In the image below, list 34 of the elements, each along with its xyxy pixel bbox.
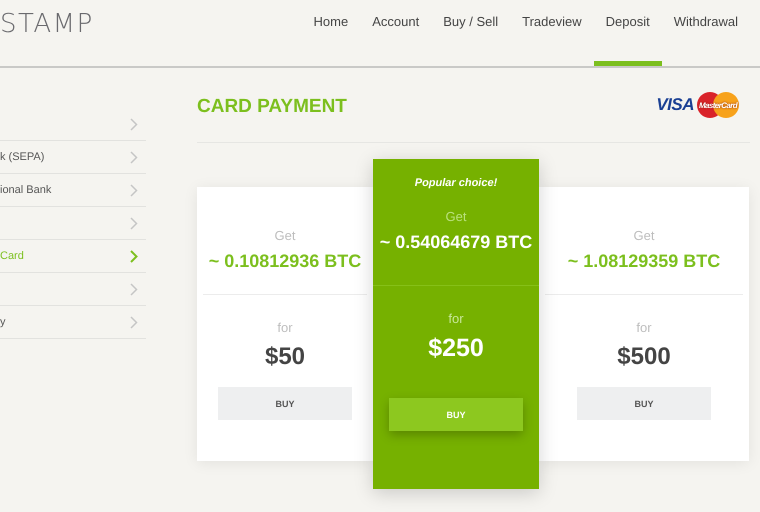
get-label: Get	[274, 228, 296, 243]
logo: STAMP	[0, 9, 94, 39]
chevron-icon	[130, 282, 138, 296]
chevron-icon	[130, 250, 138, 262]
btc-amount: ~ 0.54064679 BTC	[380, 232, 532, 253]
for-label: for	[636, 320, 652, 335]
get-label: Get	[634, 228, 654, 243]
btc-amount: ~ 0.10812936 BTC	[208, 251, 362, 272]
btc-amount: ~ 1.08129359 BTC	[568, 251, 720, 272]
chevron-icon	[130, 316, 138, 328]
nav-link[interactable]: Deposit	[594, 0, 662, 66]
chevron-icon	[130, 216, 138, 230]
sidebar-item[interactable]: y	[0, 306, 146, 339]
section-title: CARD PAYMENT	[197, 96, 347, 118]
badge-label: Popular choice!	[414, 177, 498, 191]
chevron-icon	[130, 118, 138, 130]
chevron-icon	[130, 184, 138, 196]
nav-link[interactable]: Home	[302, 0, 360, 66]
chevron-icon	[130, 150, 138, 164]
nav-link[interactable]: Account	[360, 0, 432, 66]
price: $50	[264, 343, 306, 371]
buy-button[interactable]: BUY	[218, 387, 352, 420]
get-label: Get	[446, 209, 466, 224]
sidebar-item[interactable]: ional Bank	[0, 174, 146, 207]
nav-link[interactable]: Buy / Sell	[431, 0, 510, 66]
nav-link[interactable]: Tradeview	[510, 0, 594, 66]
visa-logo: VISA	[656, 95, 694, 115]
for-label: for	[448, 311, 464, 326]
price: $250	[428, 334, 484, 363]
nav-link[interactable]: Withdrawal	[662, 0, 760, 66]
price: $500	[617, 343, 671, 371]
for-label: for	[277, 320, 293, 335]
buy-button[interactable]: BUY	[577, 387, 711, 420]
sidebar-item[interactable]: k (SEPA)	[0, 141, 146, 174]
